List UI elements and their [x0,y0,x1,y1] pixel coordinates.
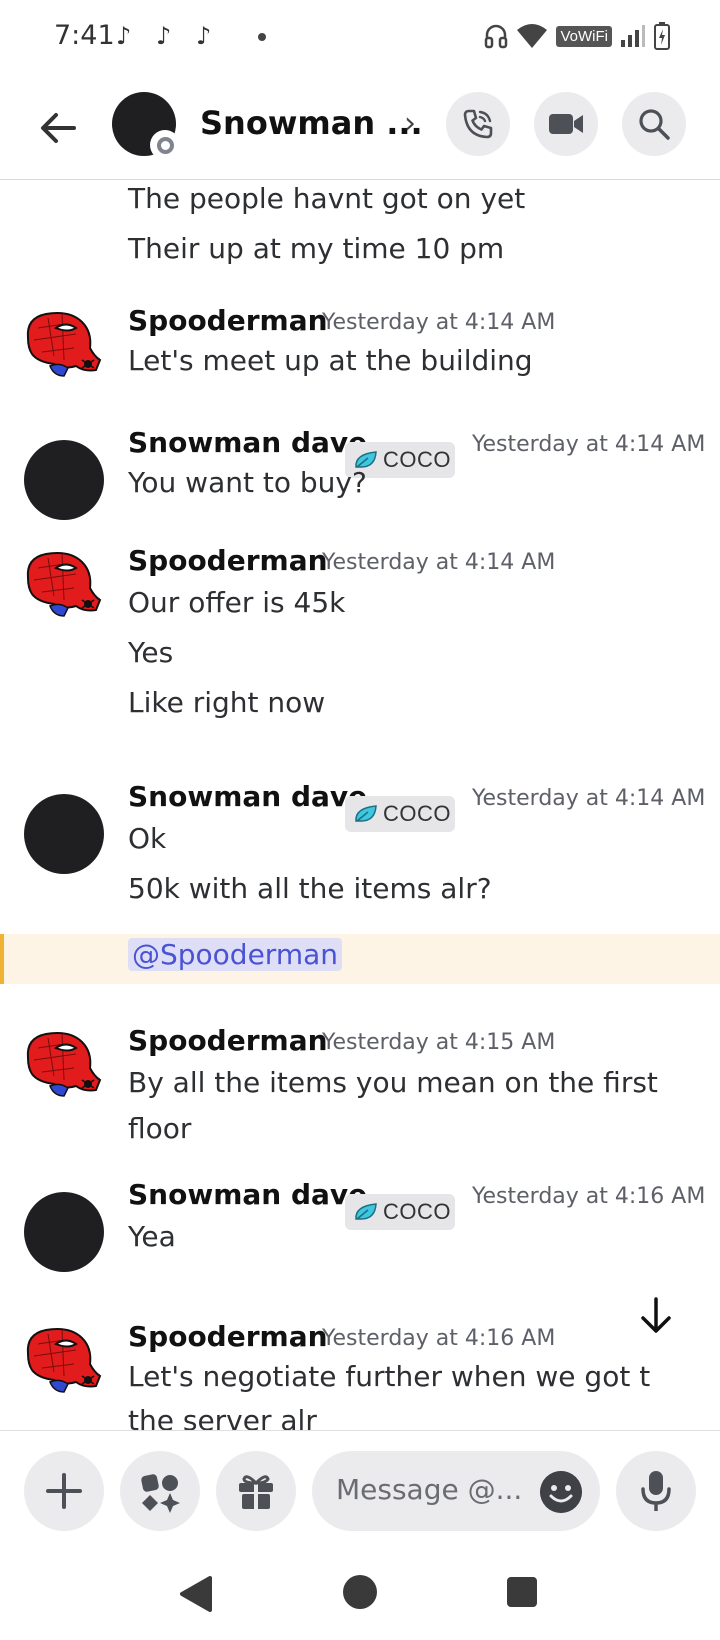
message-composer: Message @... [0,1430,720,1550]
chat-header: Snowman ... › [0,72,720,180]
home-nav-icon[interactable] [342,1574,378,1610]
offline-status-icon [150,130,180,160]
chevron-right-icon[interactable]: › [404,106,416,141]
timestamp: Yesterday at 4:16 AM [472,1184,706,1209]
mic-icon [641,1471,671,1511]
message-text: the server alr [128,1404,317,1430]
status-icons: VoWiFi [484,18,670,54]
user-mention[interactable]: @Spooderman [128,938,343,971]
jump-to-bottom-icon[interactable] [634,1294,678,1338]
spiderman-avatar[interactable] [24,544,104,624]
tiktok-icon: ♪ [196,22,212,50]
timestamp: Yesterday at 4:14 AM [322,550,556,575]
avatar[interactable] [24,794,104,874]
message-text: Let's negotiate further when we got t [128,1360,651,1393]
message-text: Let's meet up at the building [128,344,533,377]
headphones-icon [485,24,508,49]
author-name[interactable]: Snowman dave [128,1178,367,1211]
timestamp: Yesterday at 4:14 AM [472,786,706,811]
recents-nav-icon[interactable] [506,1576,538,1608]
tiktok-icon: ♪ [156,22,172,50]
timestamp: Yesterday at 4:14 AM [472,432,706,457]
author-name[interactable]: Spooderman [128,544,328,577]
chat-title[interactable]: Snowman ... [200,104,423,142]
mention-highlight: @Spooderman [0,934,720,984]
plus-icon [46,1473,82,1509]
author-name[interactable]: Spooderman [128,1320,328,1353]
author-name[interactable]: Spooderman [128,304,328,337]
video-icon [549,114,583,134]
search-button[interactable] [622,92,686,156]
message-text: Ok [128,822,167,855]
search-icon [639,109,670,140]
message-text: The people havnt got on yet [128,182,526,215]
apps-icon [141,1474,180,1513]
message-text: You want to buy? [128,466,367,499]
message-text: floor [128,1112,192,1145]
message-feed[interactable]: The people havnt got on yet Their up at … [0,182,720,1430]
more-notifications-dot [258,33,266,41]
add-attachment-button[interactable] [24,1451,104,1531]
apps-button[interactable] [120,1451,200,1531]
avatar[interactable] [24,1192,104,1272]
timestamp: Yesterday at 4:16 AM [322,1326,556,1351]
message-text: 50k with all the items alr? [128,872,492,905]
call-button[interactable] [446,92,510,156]
battery-icon [654,22,670,50]
author-name[interactable]: Snowman dave [128,780,367,813]
guild-tag-label: COCO [383,1199,451,1224]
back-nav-icon[interactable] [176,1574,214,1614]
gift-icon [239,1475,273,1509]
guild-tag[interactable]: COCO [345,796,455,832]
spiderman-avatar[interactable] [24,1024,104,1104]
timestamp: Yesterday at 4:15 AM [322,1030,556,1055]
emoji-icon[interactable] [540,1471,582,1513]
gift-button[interactable] [216,1451,296,1531]
call-icon [463,109,493,139]
back-arrow-icon[interactable] [36,106,80,150]
guild-tag[interactable]: COCO [345,1194,455,1230]
system-nav-bar [0,1550,720,1640]
avatar[interactable] [24,440,104,520]
message-input[interactable]: Message @... [312,1451,600,1531]
wifi-icon [517,24,548,48]
tiktok-icon: ♪ [116,22,132,50]
guild-tag-label: COCO [383,801,451,826]
message-text: Yea [128,1220,176,1253]
vowifi-badge: VoWiFi [556,25,612,47]
video-call-button[interactable] [534,92,598,156]
author-name[interactable]: Spooderman [128,1024,328,1057]
voice-message-button[interactable] [616,1451,696,1531]
clock: 7:41 [54,20,115,51]
message-text: Our offer is 45k [128,586,346,619]
guild-tag-label: COCO [383,447,451,472]
timestamp: Yesterday at 4:14 AM [322,310,556,335]
signal-icon [621,25,645,47]
message-placeholder: Message @... [336,1473,523,1506]
message-text: Yes [128,636,174,669]
status-bar: 7:41 ♪ ♪ ♪ VoWiFi [0,0,720,72]
message-text: Their up at my time 10 pm [128,232,505,265]
message-text: Like right now [128,686,326,719]
message-text: By all the items you mean on the first [128,1066,658,1099]
spiderman-avatar[interactable] [24,304,104,384]
leaf-icon [355,805,377,822]
spiderman-avatar[interactable] [24,1320,104,1400]
leaf-icon [355,1203,377,1220]
author-name[interactable]: Snowman dave [128,426,367,459]
